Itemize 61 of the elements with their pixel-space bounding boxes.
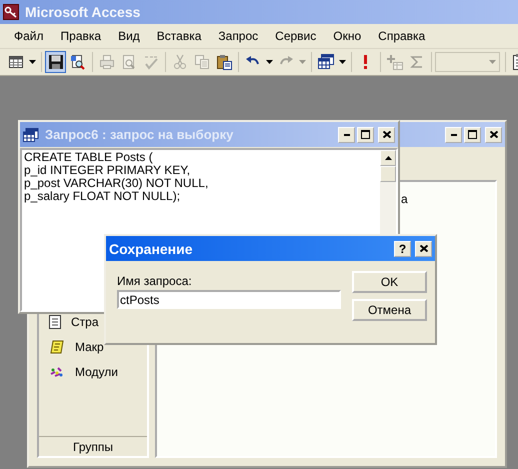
app-title: Microsoft Access bbox=[25, 4, 140, 20]
nav-item[interactable]: Макр bbox=[75, 340, 104, 354]
preview-icon bbox=[70, 54, 86, 70]
menu-item[interactable]: Окно bbox=[327, 28, 368, 44]
close-icon bbox=[420, 245, 428, 252]
up-arrow-icon bbox=[384, 156, 392, 160]
page-magnifier-icon bbox=[120, 54, 136, 70]
menu-item[interactable]: Правка bbox=[54, 28, 108, 44]
menu-item[interactable]: Вид bbox=[112, 28, 146, 44]
save-button[interactable] bbox=[45, 51, 66, 73]
spellcheck-icon bbox=[142, 54, 158, 70]
close-button[interactable] bbox=[378, 126, 395, 142]
dropdown-arrow-icon bbox=[28, 60, 36, 64]
field-label: Имя запроса: bbox=[117, 274, 193, 288]
menu-item[interactable]: Файл bbox=[8, 28, 50, 44]
dropdown-arrow-icon bbox=[298, 60, 306, 64]
printer-icon bbox=[98, 54, 114, 70]
window-icon bbox=[318, 54, 334, 70]
cancel-button[interactable]: Отмена bbox=[352, 299, 427, 321]
close-button[interactable] bbox=[415, 240, 432, 256]
minimize-button[interactable] bbox=[338, 126, 355, 142]
menu-item[interactable]: Сервис bbox=[269, 28, 322, 44]
minimize-button[interactable] bbox=[445, 126, 462, 142]
page-icon bbox=[49, 314, 61, 328]
scroll-thumb[interactable] bbox=[380, 166, 396, 182]
nav-item[interactable]: Модули bbox=[75, 364, 118, 378]
copy-icon bbox=[194, 54, 210, 70]
scroll-icon bbox=[49, 338, 65, 354]
key-icon bbox=[3, 4, 19, 20]
query-icon bbox=[23, 128, 39, 142]
minimize-icon bbox=[344, 134, 350, 136]
window-title: Запрос6 : запрос на выборку bbox=[45, 127, 234, 142]
exclamation-icon bbox=[364, 55, 367, 69]
save-icon bbox=[48, 54, 64, 70]
nav-item[interactable]: Стра bbox=[71, 314, 99, 328]
close-icon bbox=[382, 131, 390, 138]
close-button[interactable] bbox=[485, 126, 502, 142]
menu-item[interactable]: Вставка bbox=[150, 28, 208, 44]
sigma-icon bbox=[408, 54, 424, 70]
maximize-button[interactable] bbox=[357, 126, 374, 142]
scissors-icon bbox=[172, 54, 188, 70]
ok-button[interactable]: OK bbox=[352, 271, 427, 293]
maximize-icon bbox=[468, 130, 477, 139]
close-icon bbox=[490, 131, 498, 138]
menu-item[interactable]: Справка bbox=[372, 28, 432, 44]
dropdown-arrow-icon bbox=[266, 60, 272, 64]
maximize-button[interactable] bbox=[464, 126, 481, 142]
maximize-icon bbox=[361, 130, 370, 139]
dropdown-arrow-icon bbox=[338, 60, 346, 64]
dropdown-arrow-icon bbox=[489, 60, 496, 64]
query-name-field[interactable]: ctPosts bbox=[117, 290, 341, 309]
menu-item[interactable]: Запрос bbox=[212, 28, 264, 44]
grid-icon bbox=[8, 54, 24, 70]
scroll-up-button[interactable] bbox=[380, 150, 396, 166]
minimize-icon bbox=[450, 134, 456, 136]
add-table-icon bbox=[386, 54, 402, 70]
groups-button[interactable]: Группы bbox=[39, 436, 147, 456]
help-button[interactable]: ? bbox=[394, 240, 411, 256]
list-item-text[interactable]: а bbox=[401, 192, 408, 206]
paste-icon bbox=[216, 54, 232, 70]
dialog-title: Сохранение bbox=[109, 240, 194, 256]
